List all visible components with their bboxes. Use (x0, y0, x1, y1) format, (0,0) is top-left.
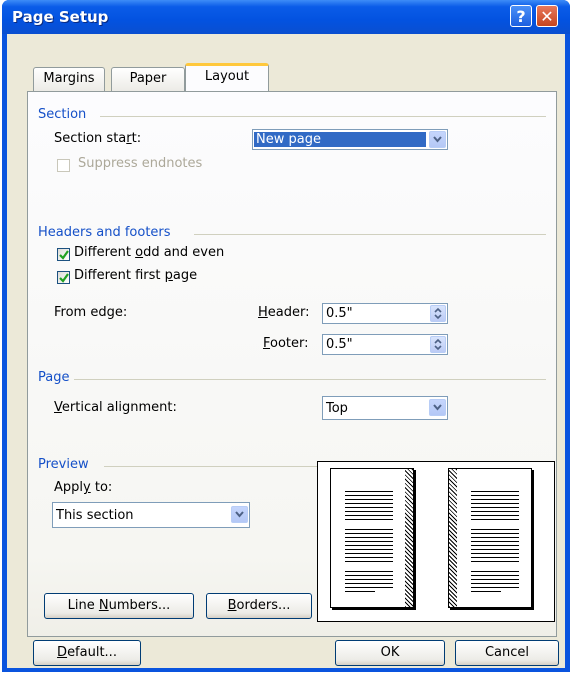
section-start-select[interactable]: New page (252, 129, 448, 150)
tab-paper-label: Paper (129, 71, 167, 86)
ok-button[interactable]: OK (335, 640, 445, 666)
chevron-down-icon[interactable] (429, 399, 446, 416)
spin-arrows-icon[interactable] (430, 305, 446, 322)
suppress-endnotes-label: Suppress endnotes (78, 156, 203, 171)
footer-label: Footer: (263, 336, 309, 351)
page-heading: Page (38, 370, 70, 385)
preview-left-page (330, 468, 414, 608)
different-first-page-checkbox[interactable] (57, 271, 70, 284)
chevron-down-icon[interactable] (429, 131, 446, 148)
different-first-page-label: Different first page (74, 268, 198, 283)
close-button[interactable]: ✕ (536, 5, 558, 27)
different-odd-even-label: Different odd and even (74, 245, 225, 260)
header-distance-value: 0.5" (326, 306, 353, 321)
tab-margins-label: Margins (43, 71, 95, 86)
section-heading: Section (38, 107, 87, 122)
header-distance-spinner[interactable]: 0.5" (322, 303, 448, 324)
suppress-endnotes-checkbox[interactable] (57, 159, 70, 172)
borders-button[interactable]: Borders... (206, 593, 312, 619)
footer-distance-value: 0.5" (326, 337, 353, 352)
help-button[interactable]: ? (510, 5, 532, 27)
section-divider (100, 116, 546, 117)
default-button[interactable]: Default... (33, 640, 141, 666)
chevron-down-icon[interactable] (231, 506, 248, 523)
cancel-button[interactable]: Cancel (455, 640, 559, 666)
headers-footers-heading: Headers and footers (38, 225, 171, 240)
vertical-alignment-value: Top (326, 401, 348, 416)
vertical-alignment-select[interactable]: Top (322, 396, 448, 420)
preview-heading: Preview (38, 457, 89, 472)
binding-edge (405, 469, 413, 607)
apply-to-label: Apply to: (54, 480, 113, 495)
apply-to-value: This section (56, 508, 134, 523)
page-divider (74, 379, 546, 380)
dialog-title: Page Setup (12, 8, 109, 26)
tab-layout[interactable]: Layout (185, 63, 269, 91)
tab-paper[interactable]: Paper (111, 67, 185, 91)
help-icon: ? (516, 7, 526, 26)
page-setup-dialog: Page Setup ? ✕ Margins Paper Layout Sect… (2, 0, 570, 672)
close-icon: ✕ (540, 7, 554, 26)
from-edge-label: From edge: (54, 305, 128, 320)
preview-right-page (448, 468, 532, 608)
vertical-alignment-label: Vertical alignment: (54, 400, 177, 415)
footer-distance-spinner[interactable]: 0.5" (322, 334, 448, 355)
line-numbers-button[interactable]: Line Numbers... (44, 593, 194, 619)
tab-layout-label: Layout (204, 69, 250, 84)
binding-edge (449, 469, 457, 607)
section-start-value: New page (254, 132, 426, 147)
layout-preview-image (317, 461, 555, 622)
section-start-label: Section start: (54, 131, 142, 146)
different-odd-even-checkbox[interactable] (57, 248, 70, 261)
tab-margins[interactable]: Margins (33, 67, 105, 91)
apply-to-select[interactable]: This section (52, 502, 250, 528)
spin-arrows-icon[interactable] (430, 336, 446, 353)
dialog-body: Margins Paper Layout Section Section sta… (7, 34, 565, 668)
headers-footers-divider (194, 234, 546, 235)
header-label: Header: (258, 305, 310, 320)
title-bar[interactable]: Page Setup ? ✕ (2, 0, 570, 34)
